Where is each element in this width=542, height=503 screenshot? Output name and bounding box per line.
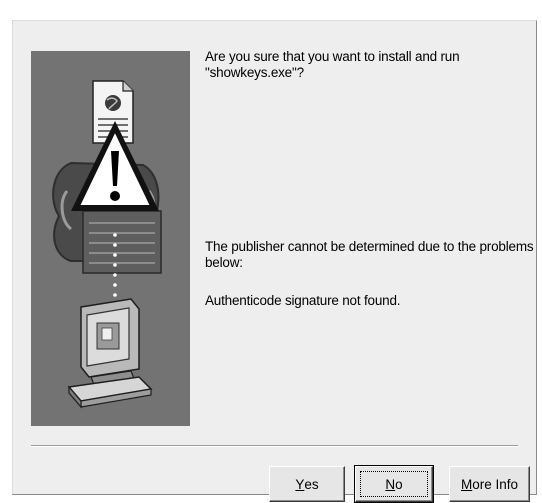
yes-button-label: es [304, 476, 319, 492]
computer-icon [67, 298, 153, 409]
more-info-button[interactable]: More Info [449, 466, 530, 502]
security-warning-illustration [31, 51, 190, 426]
no-button-label: o [395, 476, 403, 492]
install-question-line-2: "showkeys.exe"? [205, 65, 304, 80]
no-button[interactable]: No [354, 465, 434, 503]
signature-status-text: Authenticode signature not found. [205, 293, 401, 308]
publisher-message-line-2: below: [205, 255, 243, 270]
button-separator [31, 445, 518, 447]
more-info-button-label: ore Info [472, 476, 519, 492]
yes-button-hotkey: Y [295, 476, 305, 492]
publisher-message-line-1: The publisher cannot be determined due t… [205, 239, 534, 254]
yes-button[interactable]: Yes [269, 466, 345, 502]
no-button-hotkey: N [385, 476, 396, 492]
security-warning-dialog: Are you sure that you want to install an… [12, 20, 537, 503]
install-question-line-1: Are you sure that you want to install an… [205, 49, 460, 64]
more-info-button-hotkey: M [460, 476, 473, 492]
